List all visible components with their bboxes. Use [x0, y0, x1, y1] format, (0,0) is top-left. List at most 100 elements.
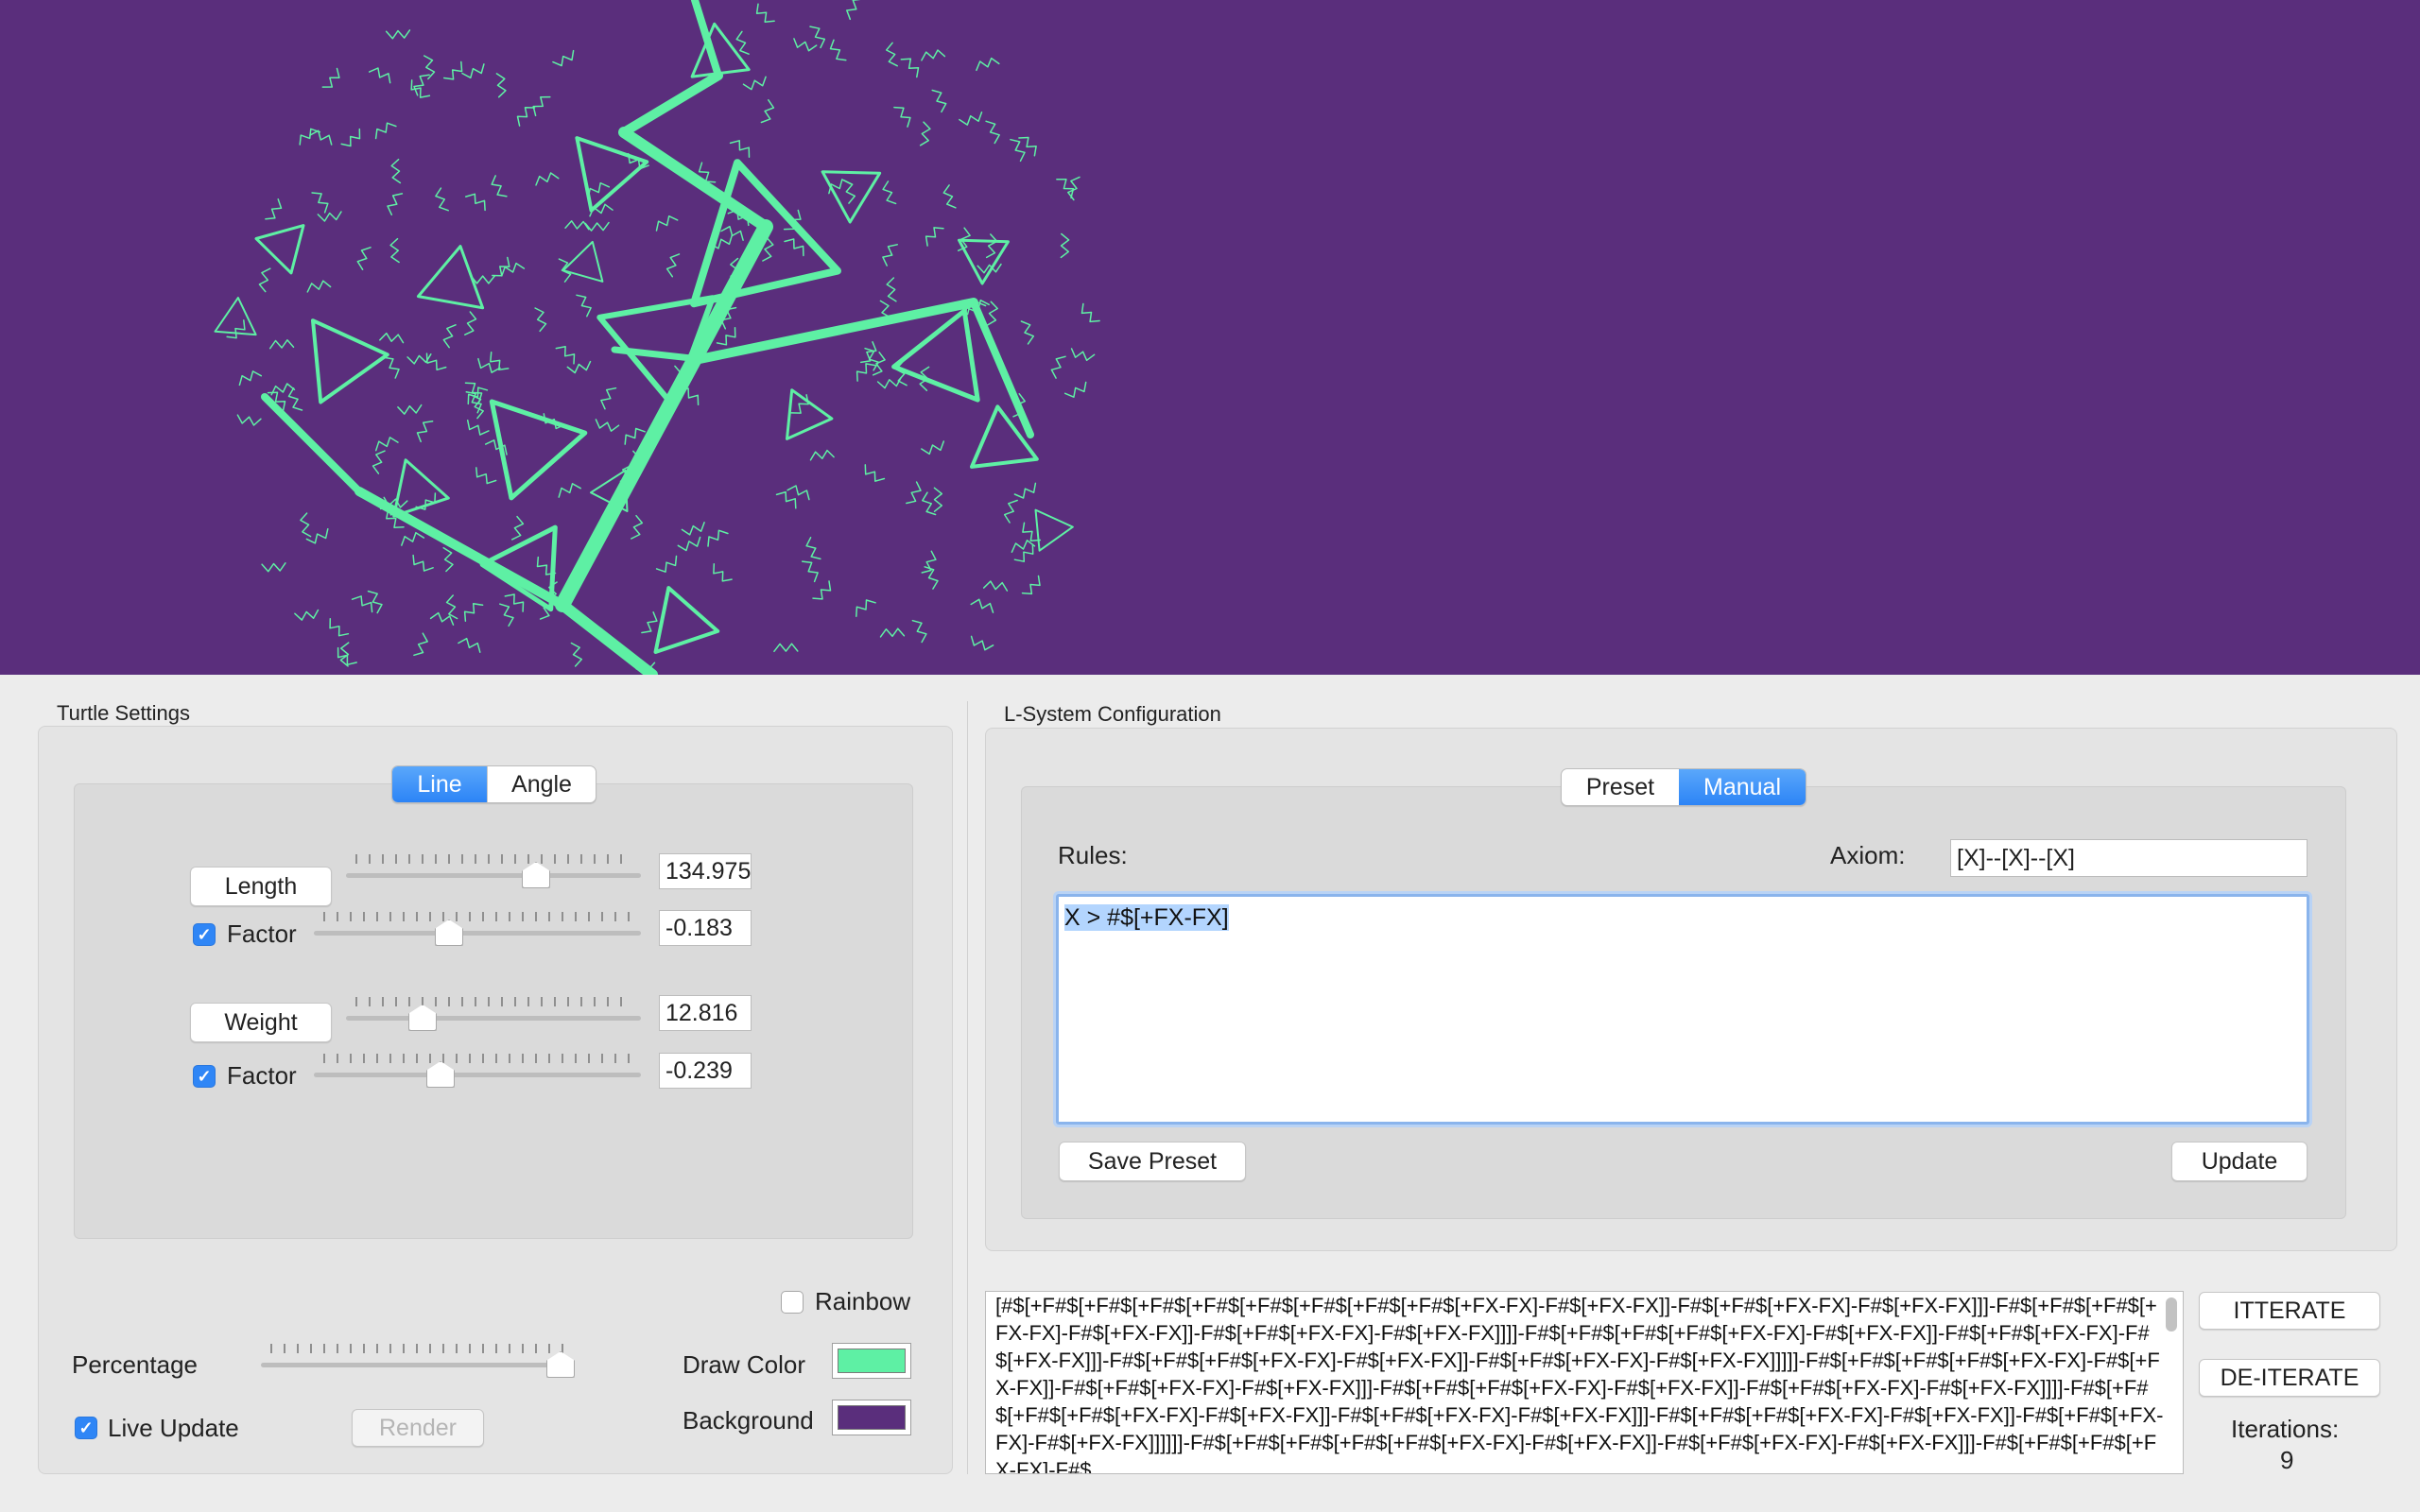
- fractal-triangle: [311, 318, 389, 404]
- fractal-twig: [368, 67, 391, 84]
- lsystem-output-string: [#$[+F#$[+F#$[+F#$[+F#$[+F#$[+F#$[+F#$[+…: [995, 1294, 2164, 1474]
- fractal-twig: [566, 360, 592, 374]
- background-color-well[interactable]: [832, 1400, 911, 1435]
- fractal-twig: [885, 42, 898, 67]
- lsystem-output-text[interactable]: [#$[+F#$[+F#$[+F#$[+F#$[+F#$[+F#$[+F#$[+…: [985, 1291, 2184, 1474]
- fractal-twig: [773, 643, 799, 653]
- fractal-twig: [790, 394, 809, 414]
- iterate-button[interactable]: ITTERATE: [2199, 1292, 2380, 1330]
- iterations-value: 9: [2280, 1446, 2294, 1474]
- fractal-triangle: [653, 586, 720, 654]
- weight-factor-slider[interactable]: [314, 1052, 641, 1090]
- axiom-field[interactable]: [X]--[X]--[X]: [1950, 839, 2308, 877]
- output-scrollbar[interactable]: [2166, 1297, 2177, 1332]
- fractal-twig: [258, 267, 271, 293]
- fractal-twig: [1080, 302, 1100, 323]
- percentage-slider-thumb[interactable]: [546, 1351, 575, 1378]
- length-button[interactable]: Length: [190, 867, 332, 906]
- length-factor-slider-thumb[interactable]: [435, 919, 463, 946]
- weight-factor-slider-thumb[interactable]: [426, 1061, 455, 1088]
- weight-factor-label: Factor: [227, 1061, 297, 1090]
- rules-text-area[interactable]: X > #$[+FX-FX]: [1056, 894, 2309, 1125]
- fractal-twig: [742, 76, 767, 91]
- rainbow-checkbox[interactable]: [781, 1291, 804, 1314]
- weight-factor-value-field[interactable]: -0.239: [659, 1053, 752, 1089]
- fractal-segment: [695, 298, 978, 364]
- fractal-twig: [413, 74, 430, 96]
- render-button[interactable]: Render: [352, 1409, 484, 1447]
- fractal-twig: [970, 598, 994, 613]
- fractal-twig: [329, 618, 350, 637]
- fractal-twig: [666, 253, 681, 278]
- length-factor-slider[interactable]: [314, 910, 641, 948]
- fractal-twig: [374, 122, 397, 140]
- weight-factor-checkbox[interactable]: ✓: [193, 1065, 216, 1088]
- fractal-twig: [812, 580, 832, 600]
- fractal-twig: [309, 129, 333, 146]
- fractal-twig: [461, 63, 485, 79]
- weight-slider-thumb[interactable]: [408, 1005, 437, 1031]
- length-factor-value-field[interactable]: -0.183: [659, 910, 752, 946]
- fractal-twig: [499, 603, 514, 627]
- fractal-twig: [786, 485, 810, 501]
- fractal-twig: [872, 352, 886, 376]
- fractal-twig: [600, 387, 617, 410]
- rules-text: X > #$[+FX-FX]: [1064, 904, 1229, 931]
- weight-button[interactable]: Weight: [190, 1003, 332, 1042]
- fractal-triangle: [786, 388, 834, 440]
- fractal-twig: [466, 419, 490, 436]
- turtle-tab-control: Line Angle: [391, 765, 596, 803]
- length-value-field[interactable]: 134.975: [659, 853, 752, 889]
- fractal-twig: [306, 280, 332, 293]
- fractal-twig: [351, 595, 373, 613]
- length-factor-checkbox[interactable]: ✓: [193, 923, 216, 946]
- fractal-triangle: [821, 170, 882, 224]
- tab-preset[interactable]: Preset: [1562, 769, 1679, 805]
- length-slider[interactable]: [346, 852, 641, 890]
- fractal-twig: [340, 128, 361, 147]
- fractal-twig: [677, 536, 701, 552]
- fractal-twig: [435, 187, 449, 212]
- fractal-twig: [631, 514, 644, 540]
- fractal-twig: [801, 560, 819, 583]
- length-slider-thumb[interactable]: [522, 862, 550, 888]
- fractal-twig: [495, 73, 507, 98]
- fractal-twig: [809, 449, 835, 461]
- fractal-twig: [595, 419, 620, 432]
- fractal-twig: [925, 227, 944, 247]
- fractal-twig: [416, 421, 434, 443]
- lsystem-tab-control: Preset Manual: [1561, 768, 1806, 806]
- tab-manual[interactable]: Manual: [1679, 769, 1806, 805]
- tab-line[interactable]: Line: [392, 766, 487, 802]
- save-preset-button[interactable]: Save Preset: [1059, 1142, 1246, 1181]
- fractal-twig: [846, 0, 861, 21]
- fractal-twig: [401, 531, 425, 546]
- live-update-checkbox[interactable]: ✓: [75, 1417, 97, 1439]
- update-button[interactable]: Update: [2171, 1142, 2308, 1181]
- fractal-twig: [287, 387, 303, 411]
- fractal-twig: [576, 294, 592, 318]
- fractal-twig: [532, 95, 551, 117]
- fractal-twig: [311, 192, 329, 214]
- weight-value-field[interactable]: 12.816: [659, 995, 752, 1031]
- weight-slider[interactable]: [346, 995, 641, 1033]
- fractal-twig: [1050, 355, 1066, 379]
- fractal-twig: [1063, 381, 1087, 398]
- fractal-twig: [713, 563, 733, 582]
- fractal-twig: [516, 107, 536, 127]
- draw-color-well[interactable]: [832, 1343, 911, 1379]
- fractal-twig: [922, 491, 937, 516]
- fractal-twig: [985, 120, 1000, 145]
- fractal-twig: [976, 57, 1000, 72]
- fractal-twig: [412, 554, 434, 572]
- percentage-slider[interactable]: [261, 1342, 575, 1380]
- live-update-label: Live Update: [108, 1414, 239, 1442]
- fractal-twig: [445, 594, 458, 620]
- de-iterate-button[interactable]: DE-ITERATE: [2199, 1359, 2380, 1397]
- fractal-twig: [379, 332, 405, 344]
- rules-label: Rules:: [1058, 841, 1128, 869]
- fractal-twig: [385, 29, 411, 40]
- fractal-twig: [882, 244, 898, 266]
- fractal-twig: [317, 211, 342, 222]
- tab-angle[interactable]: Angle: [487, 766, 596, 802]
